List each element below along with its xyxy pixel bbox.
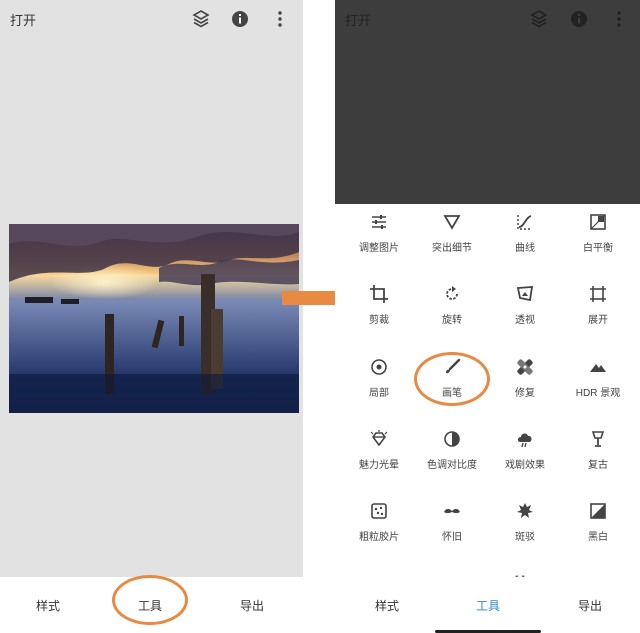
tool-glamour-glow[interactable]: 魅力光晕: [341, 430, 417, 502]
tool-drama[interactable]: 戏剧效果: [487, 430, 563, 502]
tool-crop[interactable]: 剪裁: [341, 285, 417, 357]
right-screen: 打开 调整图片 突出细节 曲线 白平衡 剪裁 旋转 透视 展开 局部 画笔 修复…: [335, 0, 640, 633]
tool-label: 复古: [588, 460, 608, 471]
black-white-icon: [590, 503, 606, 519]
top-bar: 打开: [0, 0, 303, 38]
perspective-icon: [516, 286, 534, 302]
annotation-circle-tools: [112, 575, 188, 625]
tool-label: 调整图片: [359, 243, 399, 254]
glamour-glow-icon: [370, 430, 388, 447]
rotate-icon: [446, 286, 458, 300]
tool-tune-image[interactable]: 调整图片: [341, 213, 417, 285]
crop-icon: [370, 285, 388, 303]
tonal-contrast-icon: [444, 431, 460, 447]
tool-black-white[interactable]: 黑白: [560, 502, 636, 574]
tool-curves[interactable]: 曲线: [487, 213, 563, 285]
details-icon: [443, 215, 461, 230]
tool-grunge[interactable]: 斑驳: [487, 502, 563, 574]
tool-vintage[interactable]: 复古: [560, 430, 636, 502]
tool-label: 白平衡: [583, 243, 613, 254]
top-bar: 打开: [335, 0, 640, 38]
tab-styles[interactable]: 样式: [18, 597, 78, 614]
grainy-film-icon: [371, 503, 387, 519]
tune-icon: [372, 215, 386, 229]
tool-label: 修复: [515, 388, 535, 399]
retrolux-icon: [444, 508, 460, 514]
left-screen: 打开 样式 工具 导出: [0, 0, 303, 633]
tool-healing[interactable]: 修复: [487, 358, 563, 430]
tool-expand[interactable]: 展开: [560, 285, 636, 357]
tab-styles[interactable]: 样式: [357, 597, 417, 614]
drama-icon: [517, 433, 532, 448]
tool-label: 局部: [369, 388, 389, 399]
tool-white-balance[interactable]: 白平衡: [560, 213, 636, 285]
tool-label: 旋转: [442, 315, 462, 326]
tab-tools-active[interactable]: 工具: [458, 597, 518, 614]
tool-label: 魅力光晕: [359, 460, 399, 471]
layers-icon[interactable]: [529, 9, 549, 29]
tool-label: 色调对比度: [427, 460, 477, 471]
tool-label: 戏剧效果: [505, 460, 545, 471]
tool-rotate[interactable]: 旋转: [414, 285, 490, 357]
info-icon[interactable]: [569, 9, 589, 29]
grunge-icon: [517, 503, 533, 518]
more-vert-icon[interactable]: [270, 9, 290, 29]
info-icon[interactable]: [230, 9, 250, 29]
tool-label: 曲线: [515, 243, 535, 254]
tool-label: 突出细节: [432, 243, 472, 254]
bottom-nav: 样式 工具 导出: [335, 577, 640, 633]
tool-hdr[interactable]: HDR 景观: [560, 358, 636, 430]
selective-icon: [371, 359, 387, 375]
tool-label: 透视: [515, 315, 535, 326]
more-vert-icon[interactable]: [609, 9, 629, 29]
hdr-icon: [590, 364, 606, 372]
tool-grainy-film[interactable]: 粗粒胶片: [341, 502, 417, 574]
photo-preview: [9, 224, 299, 413]
open-button[interactable]: 打开: [10, 10, 36, 29]
tool-label: 黑白: [588, 532, 608, 543]
tool-retrolux[interactable]: 怀旧: [414, 502, 490, 574]
tool-label: 怀旧: [442, 532, 462, 543]
expand-icon: [590, 286, 606, 302]
open-button[interactable]: 打开: [345, 10, 371, 29]
tool-perspective[interactable]: 透视: [487, 285, 563, 357]
tool-label: 粗粒胶片: [359, 532, 399, 543]
tool-selective[interactable]: 局部: [341, 358, 417, 430]
healing-icon: [517, 359, 533, 375]
tool-label: HDR 景观: [575, 388, 621, 399]
curves-icon: [517, 215, 532, 230]
annotation-circle-brush: [414, 352, 490, 406]
tool-label: 斑驳: [515, 532, 535, 543]
white-balance-icon: [590, 214, 606, 230]
tool-details[interactable]: 突出细节: [414, 213, 490, 285]
tool-tonal-contrast[interactable]: 色调对比度: [414, 430, 490, 502]
layers-icon[interactable]: [191, 9, 211, 29]
tab-export[interactable]: 导出: [222, 597, 282, 614]
tool-label: 展开: [588, 315, 608, 326]
vintage-icon: [591, 431, 605, 447]
tab-export[interactable]: 导出: [560, 597, 620, 614]
tool-label: 剪裁: [369, 315, 389, 326]
